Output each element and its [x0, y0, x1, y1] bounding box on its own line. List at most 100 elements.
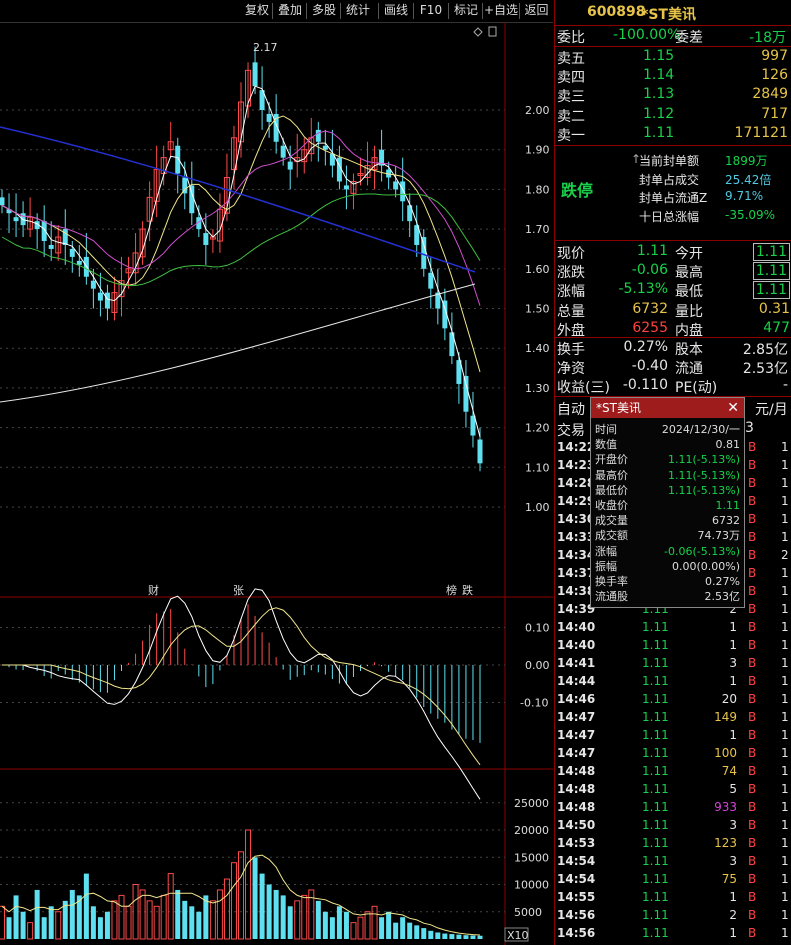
volume-bar — [13, 895, 19, 939]
kline-chart[interactable]: 2.00 1.90 1.80 1.70 1.60 1.50 1.40 1.30 1.20 1.10… — [0, 22, 553, 945]
volume-bar — [287, 906, 293, 939]
ask-price: 1.13 — [643, 86, 675, 103]
ask-row[interactable]: 卖三 1.13 2849 — [555, 86, 791, 105]
tooltip-row: 成交量 6732 — [591, 513, 744, 528]
tick-count: 1 — [781, 890, 789, 904]
tick-row[interactable]: 14:56 1.11 1 B 1 — [555, 926, 791, 945]
tick-row[interactable]: 14:47 1.11 149 B 1 — [555, 710, 791, 729]
finance-row: 净资 -0.40 流通 2.53亿 — [555, 358, 791, 377]
tick-row[interactable]: 14:47 1.11 100 B 1 — [555, 746, 791, 765]
tick-side: B — [748, 494, 757, 508]
toolbar-button-5[interactable]: F10 — [414, 2, 448, 19]
volume-tick-label: 25000 — [514, 797, 549, 810]
volume-bar — [90, 906, 96, 939]
tick-side: B — [748, 782, 757, 796]
ask-volume: 2849 — [752, 86, 788, 103]
volume-bar — [160, 894, 167, 940]
tick-row[interactable]: 14:48 1.11 5 B 1 — [555, 782, 791, 801]
tick-side: B — [748, 638, 757, 652]
volume-bar — [97, 917, 103, 939]
volume-bar — [357, 916, 364, 940]
toolbar-button-8[interactable]: 返回 — [520, 2, 553, 19]
tick-row[interactable]: 14:40 1.11 1 B 1 — [555, 638, 791, 657]
toolbar-button-2[interactable]: 多股 — [307, 2, 341, 19]
tick-volume: 1 — [729, 674, 737, 688]
tick-row[interactable]: 14:55 1.11 1 B 1 — [555, 890, 791, 909]
tick-volume: 100 — [714, 746, 737, 760]
tick-row[interactable]: 14:53 1.11 123 B 1 — [555, 836, 791, 855]
tick-count: 1 — [781, 476, 789, 490]
tick-row[interactable]: 14:46 1.11 20 B 1 — [555, 692, 791, 711]
ask-label: 卖二 — [557, 108, 585, 125]
tooltip-value: 1.11 — [715, 499, 741, 512]
tick-row[interactable]: 14:47 1.11 1 B 1 — [555, 728, 791, 747]
tick-row[interactable]: 14:41 1.11 3 B 1 — [555, 656, 791, 675]
ask-row[interactable]: 卖五 1.15 997 — [555, 48, 791, 67]
tick-row[interactable]: 14:56 1.11 2 B 1 — [555, 908, 791, 927]
toolbar-button-7[interactable]: +自选 — [483, 2, 519, 19]
tick-price: 1.11 — [642, 908, 669, 922]
volume-bar — [400, 917, 406, 939]
volume-tick-label: 10000 — [514, 879, 549, 892]
limit-line: ↑ 当前封单额 1899万 — [555, 152, 791, 171]
tick-side: B — [748, 836, 757, 850]
tick-price: 1.11 — [642, 728, 669, 742]
kline-chart-svg[interactable]: 2.00 1.90 1.80 1.70 1.60 1.50 1.40 1.30 1.20 1.10… — [0, 22, 553, 945]
tick-count: 1 — [781, 836, 789, 850]
close-icon[interactable]: ✕ — [727, 398, 739, 418]
tick-row[interactable]: 14:50 1.11 3 B 1 — [555, 818, 791, 837]
toolbar-button-1[interactable]: 叠加 — [273, 2, 307, 19]
volume-bar — [167, 873, 174, 940]
tab-auto[interactable]: 自动 — [557, 399, 585, 419]
volume-bar — [442, 933, 448, 939]
ask-row[interactable]: 卖四 1.14 126 — [555, 67, 791, 86]
volume-bar — [456, 934, 462, 939]
candle-body — [322, 145, 328, 150]
tick-volume: 20 — [721, 692, 737, 706]
tick-row[interactable]: 14:48 1.11 74 B 1 — [555, 764, 791, 783]
stock-name: *ST美讯 — [641, 7, 696, 23]
tick-time: 14:54 — [557, 854, 596, 868]
ask-row[interactable]: 卖一 1.11 171121 — [555, 125, 791, 144]
candle-body — [287, 161, 293, 170]
candle-body — [266, 113, 272, 122]
toolbar-button-4[interactable]: 画线 — [379, 2, 413, 19]
subheader-num: 3 — [745, 420, 754, 436]
candle-body — [203, 233, 209, 245]
tooltip-value: 1.11(-5.13%) — [668, 468, 740, 482]
tick-side: B — [748, 512, 757, 526]
volume-bar — [27, 922, 34, 940]
finance-row: 收益(三) -0.110 PE(动) - — [555, 377, 791, 396]
volume-bar — [125, 905, 132, 940]
tick-row[interactable]: 14:44 1.11 1 B 1 — [555, 674, 791, 693]
tick-side: B — [748, 890, 757, 904]
tick-price: 1.11 — [642, 620, 669, 634]
toolbar-button-3[interactable]: 统计 — [341, 2, 375, 19]
tooltip-row: 收盘价 1.11 — [591, 498, 744, 513]
tab-trade[interactable]: 交易 — [557, 420, 585, 440]
ask-row[interactable]: 卖二 1.12 717 — [555, 106, 791, 125]
toolbar-button-0[interactable]: 复权 — [240, 2, 274, 19]
toolbar-button-6[interactable]: 标记 — [449, 2, 483, 19]
candle-body — [13, 217, 19, 222]
volume-bar — [428, 930, 434, 939]
tick-row[interactable]: 14:40 1.11 1 B 1 — [555, 620, 791, 639]
volume-bar — [379, 917, 385, 939]
finance-value: -0.110 — [622, 377, 668, 393]
price-tick-label: 1.10 — [525, 461, 550, 474]
quote-value: -0.06 — [631, 262, 668, 279]
tooltip-key: 开盘价 — [595, 453, 628, 467]
tick-row[interactable]: 14:54 1.11 3 B 1 — [555, 854, 791, 873]
candle-tooltip: *ST美讯 ✕ 时间 2024/12/30/一 数值 0.81 开盘价 1.11(-5.1… — [590, 397, 745, 608]
tick-volume: 1 — [729, 620, 737, 634]
quote-value: 6732 — [632, 300, 668, 317]
tick-row[interactable]: 14:54 1.11 75 B 1 — [555, 872, 791, 891]
tooltip-key: 成交额 — [595, 529, 628, 543]
quote-value: 1.11 — [752, 281, 790, 300]
volume-bar — [266, 884, 272, 939]
macd-tick-label: 0.00 — [525, 659, 550, 672]
stock-code: 600898 — [587, 4, 646, 20]
tick-row[interactable]: 14:48 1.11 933 B 1 — [555, 800, 791, 819]
volume-bar — [203, 895, 209, 939]
tooltip-row: 数值 0.81 — [591, 437, 744, 452]
